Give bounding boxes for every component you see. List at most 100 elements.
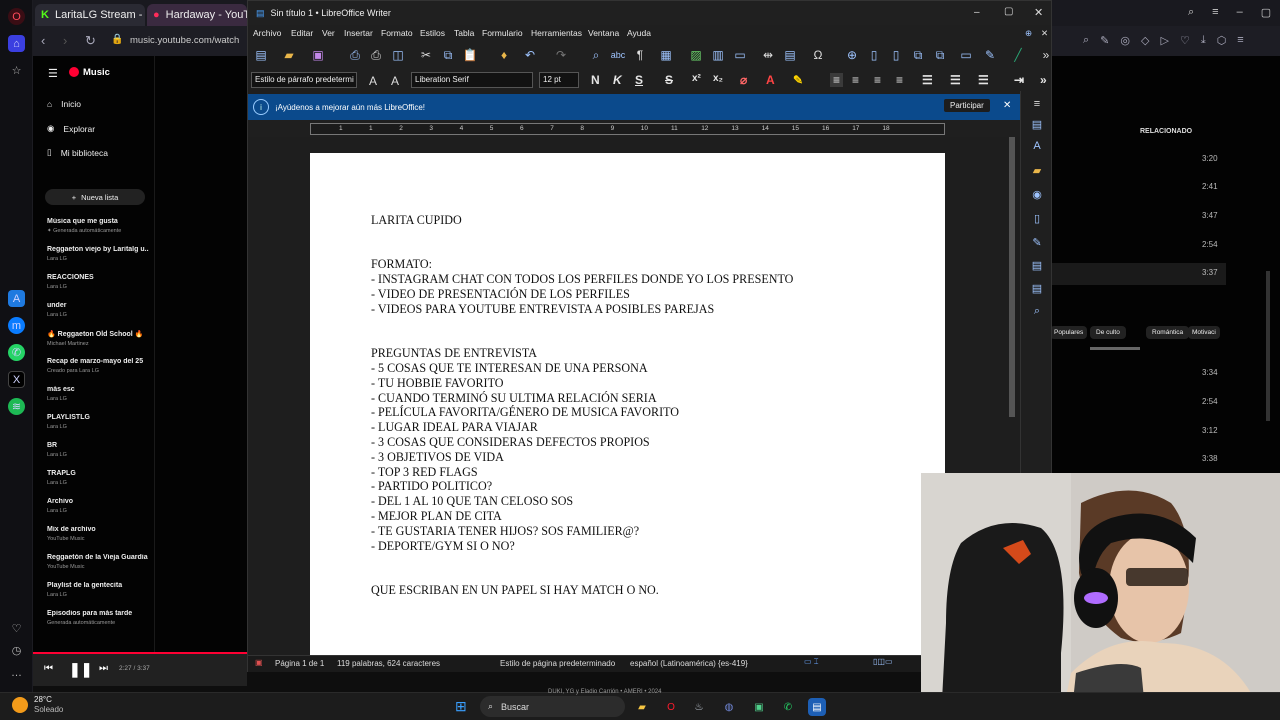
numbering-button[interactable]: ☰ xyxy=(950,73,961,87)
gallery-icon[interactable]: ▰ xyxy=(1030,163,1044,177)
document-line[interactable]: - 3 OBJETIVOS DE VIDA xyxy=(371,450,793,465)
close-icon[interactable]: ✕ xyxy=(1034,6,1043,19)
close-doc-icon[interactable]: ✕ xyxy=(1041,28,1048,39)
playlist-item[interactable]: Playlist de la gentecita Lara LG xyxy=(47,582,149,598)
document-line[interactable]: - INSTAGRAM CHAT CON TODOS LOS PERFILES … xyxy=(371,272,793,287)
selection-mode-icon[interactable]: ▭ ⌶ xyxy=(804,657,819,667)
weather-icon[interactable] xyxy=(12,697,28,713)
page-icon[interactable]: ▯ xyxy=(1030,211,1044,225)
underline-button[interactable]: S xyxy=(635,73,643,87)
document-line[interactable]: QUE ESCRIBAN EN UN PAPEL SI HAY MATCH O … xyxy=(371,583,793,598)
design-icon[interactable]: ▤ xyxy=(1030,281,1044,295)
comment-icon[interactable]: ▭ xyxy=(958,47,974,63)
ytm-logo-icon[interactable] xyxy=(69,67,79,77)
chip-scrollbar[interactable] xyxy=(1090,347,1140,350)
shield-icon[interactable]: ◇ xyxy=(1141,34,1149,47)
track-changes-icon[interactable]: ✎ xyxy=(982,47,998,63)
opera-icon[interactable]: O xyxy=(662,698,680,716)
clone-icon[interactable]: ♦ xyxy=(496,47,512,63)
styles-icon[interactable]: A xyxy=(1030,139,1044,153)
steam-icon[interactable]: ♨ xyxy=(690,698,708,716)
playlist-item[interactable]: Archivo Lara LG xyxy=(47,498,149,514)
menu-ventana[interactable]: Ventana xyxy=(588,28,619,38)
navigator-icon[interactable]: ◉ xyxy=(1030,187,1044,201)
discord-icon[interactable]: ◍ xyxy=(720,698,738,716)
cross-ref-icon[interactable]: ⧉ xyxy=(932,47,948,63)
document-line[interactable]: PREGUNTAS DE ENTREVISTA xyxy=(371,346,793,361)
paste-icon[interactable]: 📋 xyxy=(462,47,478,63)
find-icon[interactable]: ⌕ xyxy=(588,47,604,63)
url-field[interactable]: music.youtube.com/watch xyxy=(130,35,239,46)
align-right-button[interactable]: ≡ xyxy=(874,73,881,87)
playlist-item[interactable]: 🔥 Reggaeton Old School 🔥 Michael Martinez xyxy=(47,330,149,347)
chart-icon[interactable]: ▥ xyxy=(710,47,726,63)
font-name-combo[interactable]: Liberation Serif xyxy=(411,72,533,88)
tab-larita-stream[interactable]: K LaritaLG Stream - Watch L xyxy=(35,4,145,26)
sidebar-menu-icon[interactable]: ≡ xyxy=(1030,97,1044,111)
search-icon[interactable]: ⌕ xyxy=(1188,6,1194,19)
bullets-button[interactable]: ☰ xyxy=(922,73,933,87)
indent-button[interactable]: ⇥ xyxy=(1014,73,1024,87)
menu-tabla[interactable]: Tabla xyxy=(454,28,474,38)
style-inspector-icon[interactable]: ✎ xyxy=(1030,235,1044,249)
menu-ayuda[interactable]: Ayuda xyxy=(627,28,651,38)
menu-formato[interactable]: Formato xyxy=(381,28,413,38)
document-line[interactable]: LARITA CUPIDO xyxy=(371,213,793,228)
cut-icon[interactable]: ✂ xyxy=(418,47,434,63)
align-left-button[interactable]: ≡ xyxy=(830,73,844,87)
file-explorer-icon[interactable]: ▰ xyxy=(633,698,651,716)
open-icon[interactable]: ▰ xyxy=(281,47,297,63)
document-line[interactable] xyxy=(371,243,793,258)
close-infobar-icon[interactable]: ✕ xyxy=(1003,100,1011,111)
minimize-icon[interactable]: – xyxy=(1237,6,1243,19)
heart-icon[interactable]: ♡ xyxy=(1180,34,1190,47)
forward-icon[interactable]: › xyxy=(63,33,67,48)
windows-start-icon[interactable]: ⊞ xyxy=(455,698,467,715)
manage-changes-icon[interactable]: ▤ xyxy=(1030,258,1044,272)
font-color-button[interactable]: A xyxy=(766,73,775,87)
word-count[interactable]: 119 palabras, 624 caracteres xyxy=(337,659,440,668)
playlist-item[interactable]: under Lara LG xyxy=(47,302,149,318)
save-icon[interactable]: ▣ xyxy=(310,47,326,63)
hyperlink-icon[interactable]: ⊕ xyxy=(844,47,860,63)
play-icon[interactable]: ▷ xyxy=(1160,34,1168,47)
aria-icon[interactable]: A xyxy=(8,290,25,307)
playlist-item[interactable]: TRAPLG Lara LG xyxy=(47,470,149,486)
bold-button[interactable]: N xyxy=(591,73,600,87)
find-replace-icon[interactable]: ⌕ xyxy=(1030,304,1044,318)
next-icon[interactable]: ⏭ xyxy=(99,663,108,674)
line-icon[interactable]: ╱ xyxy=(1010,47,1026,63)
language[interactable]: español (Latinoamérica) {es-419} xyxy=(630,659,748,668)
image-icon[interactable]: ▨ xyxy=(688,47,704,63)
preview-icon[interactable]: ◫ xyxy=(390,47,406,63)
reload-icon[interactable]: ↻ xyxy=(85,33,96,49)
bookmark-icon[interactable]: ⧉ xyxy=(910,47,926,63)
more-icon[interactable]: … xyxy=(8,664,25,681)
chip-romantica[interactable]: Romántica xyxy=(1146,326,1190,339)
app-icon[interactable]: ▣ xyxy=(750,698,768,716)
nav-biblioteca[interactable]: ▯ Mi biblioteca xyxy=(47,147,108,158)
menu-editar[interactable]: Editar xyxy=(291,28,313,38)
tab-hardaway[interactable]: ● Hardaway - YouTu xyxy=(147,4,247,26)
menu-formulario[interactable]: Formulario xyxy=(482,28,523,38)
document-line[interactable] xyxy=(371,331,793,346)
field-icon[interactable]: ▤ xyxy=(782,47,798,63)
chip-motivacion[interactable]: Motivaci xyxy=(1188,326,1220,339)
endnote-icon[interactable]: ▯ xyxy=(888,47,904,63)
tab-menu-icon[interactable]: ≡ xyxy=(1212,6,1218,19)
temperature[interactable]: 28°C xyxy=(34,695,52,704)
playlist-item[interactable]: REACCIONES Lara LG xyxy=(47,274,149,290)
globe-icon[interactable]: ⊕ xyxy=(1025,28,1032,39)
italic-button[interactable]: K xyxy=(613,73,622,87)
document-page[interactable]: LARITA CUPIDO FORMATO: - INSTAGRAM CHAT CO… xyxy=(310,153,945,655)
page-count[interactable]: Página 1 de 1 xyxy=(275,659,324,668)
table-icon[interactable]: ▦ xyxy=(658,47,674,63)
document-line[interactable]: - LUGAR IDEAL PARA VIAJAR xyxy=(371,420,793,435)
edit-icon[interactable]: ✎ xyxy=(1100,34,1109,47)
special-char-icon[interactable]: Ω xyxy=(810,47,826,63)
playlist-item[interactable]: Música que me gusta ✦ Generada automática… xyxy=(47,218,149,234)
participar-button[interactable]: Participar xyxy=(944,99,990,112)
document-line[interactable]: - VIDEOS PARA YOUTUBE ENTREVISTA A POSIB… xyxy=(371,302,793,317)
formatting-marks-icon[interactable]: ¶ xyxy=(632,47,648,63)
playlist-item[interactable]: PLAYLISTLG Lara LG xyxy=(47,414,149,430)
